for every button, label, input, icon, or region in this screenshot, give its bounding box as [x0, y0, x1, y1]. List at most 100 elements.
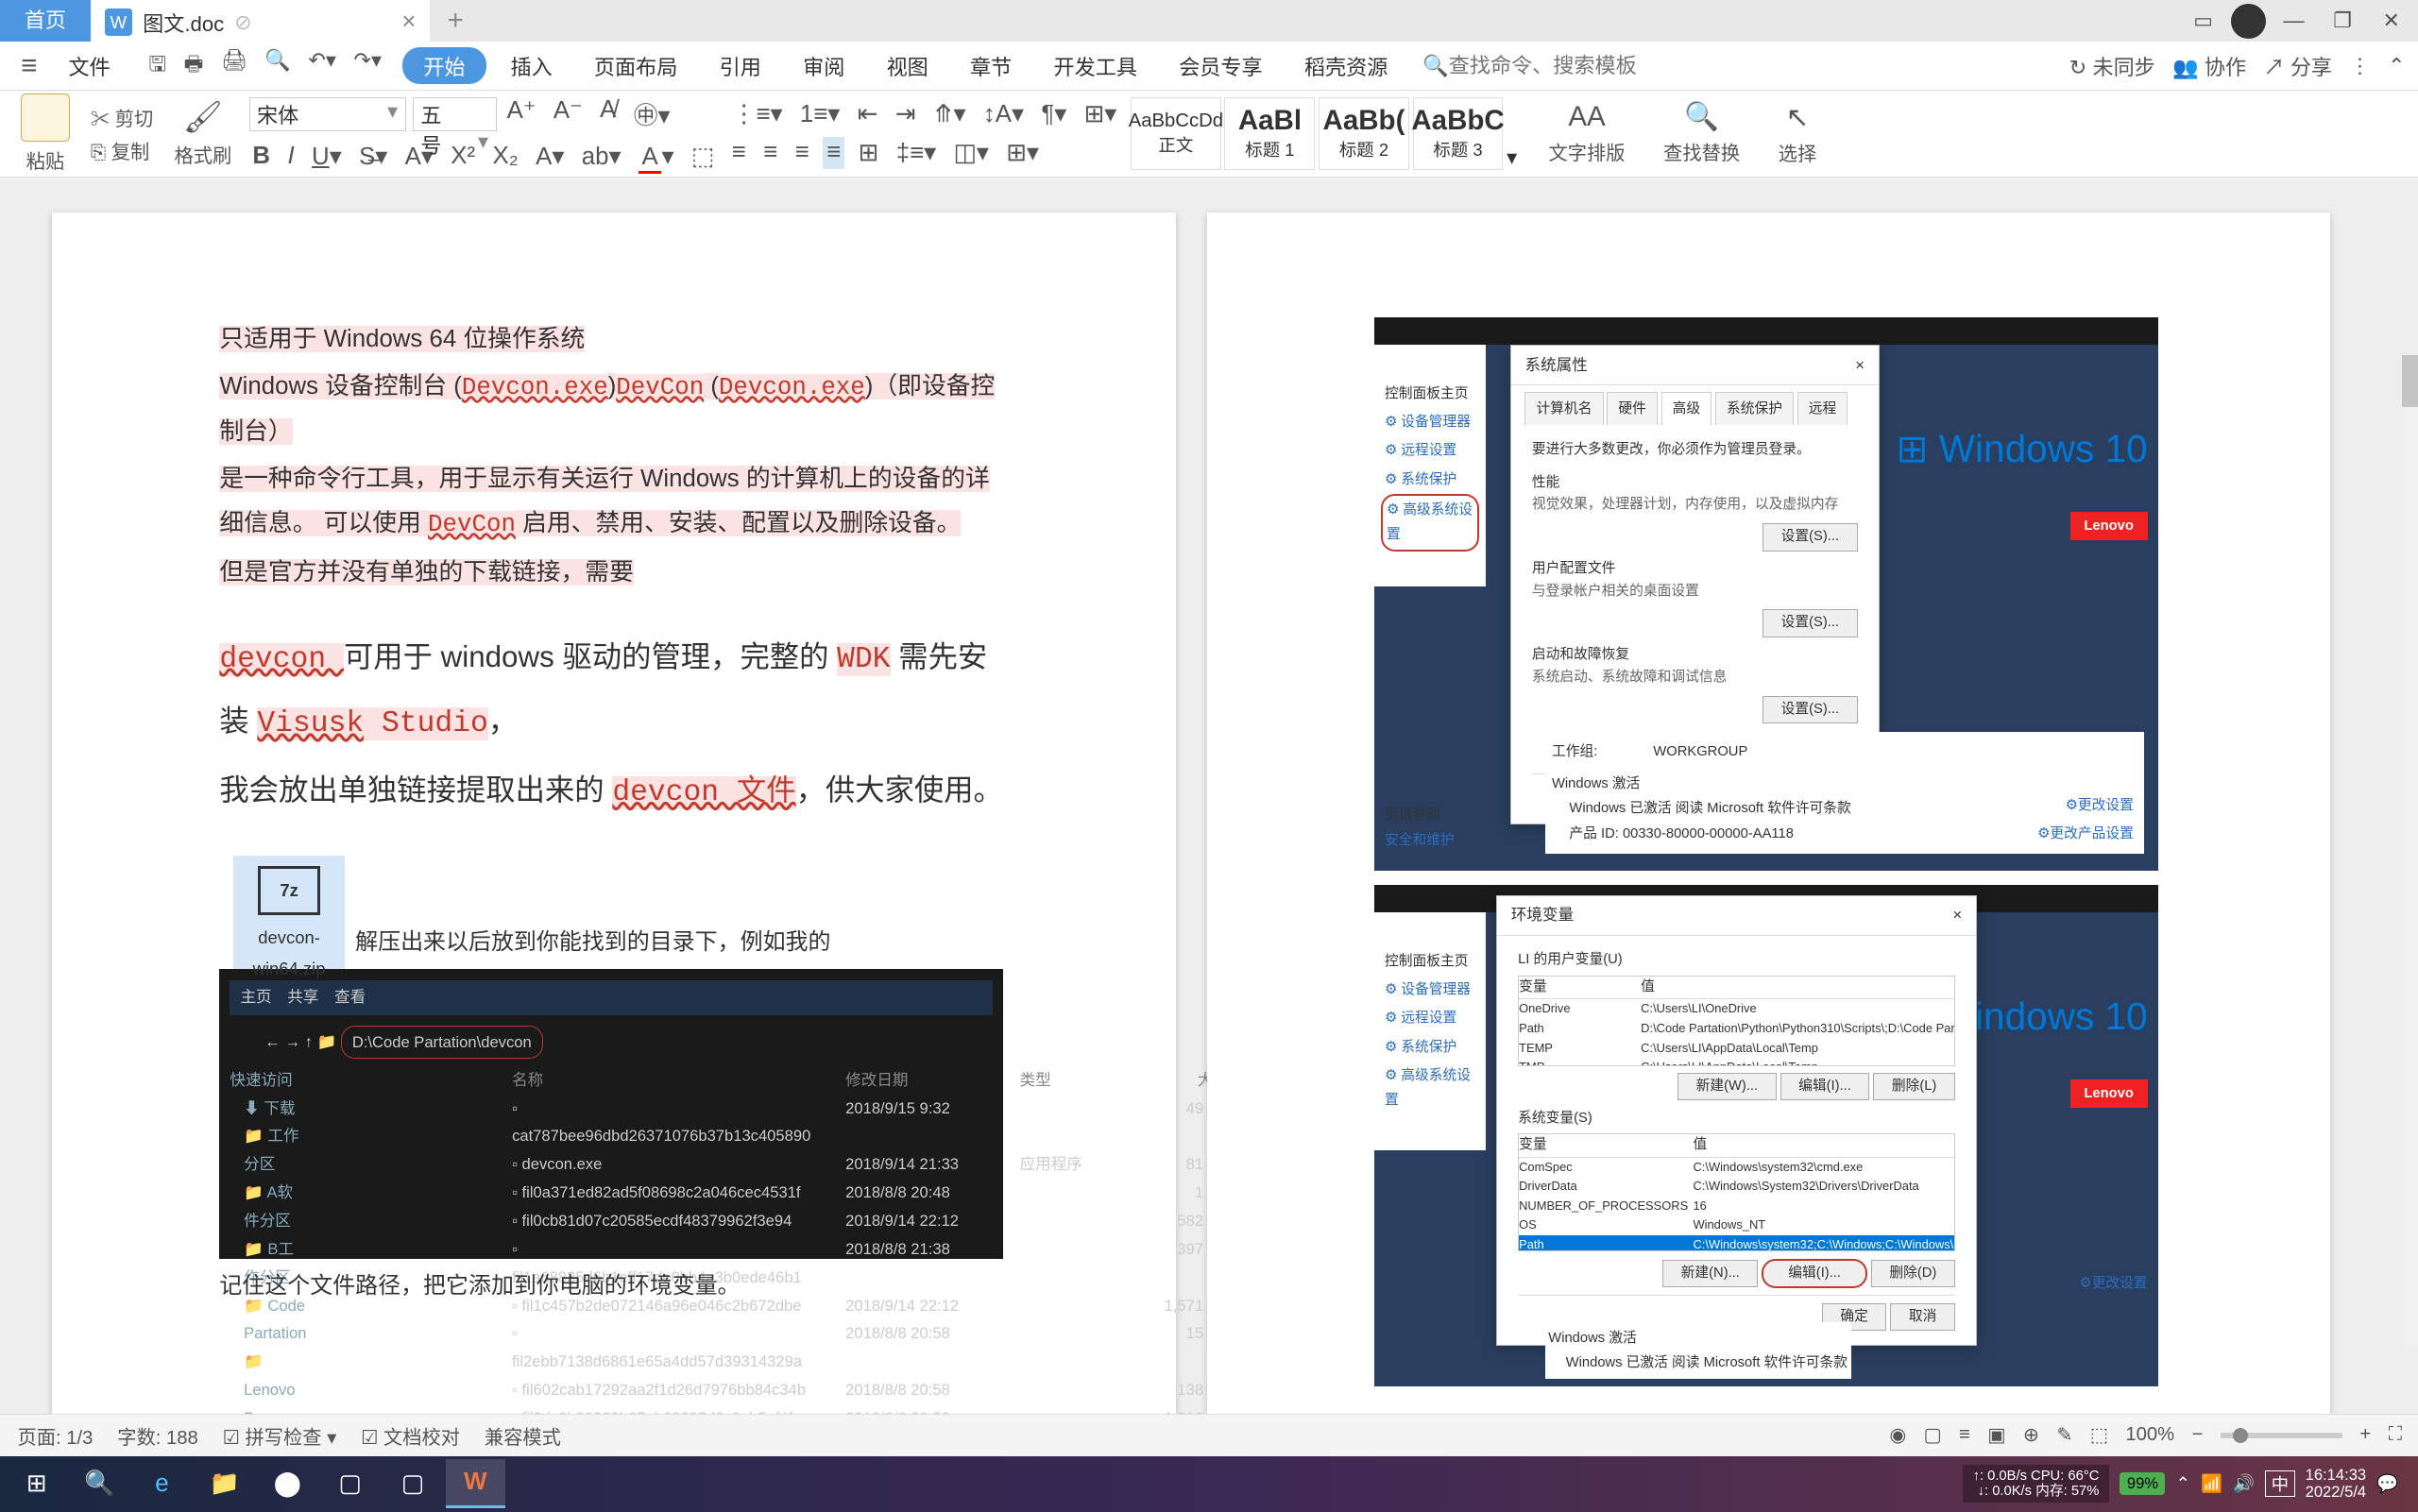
show-marks-icon[interactable]: ¶▾	[1038, 98, 1070, 130]
start-button[interactable]: ⊞	[7, 1459, 66, 1508]
hamburger-icon[interactable]: ≡	[14, 50, 44, 82]
font-name-select[interactable]: 宋体	[249, 97, 406, 132]
ime-indicator[interactable]: 中	[2265, 1470, 2295, 1497]
border-icon[interactable]: ⊞▾	[1003, 137, 1043, 169]
volume-icon[interactable]: 🔊	[2233, 1473, 2255, 1494]
distribute-icon[interactable]: ⊞	[855, 137, 882, 169]
bullet-list-icon[interactable]: ⋮≡▾	[728, 98, 786, 130]
zoom-level[interactable]: 100%	[2125, 1424, 2174, 1446]
subscript-button[interactable]: X₂	[489, 141, 522, 173]
share-button[interactable]: ↗ 分享	[2264, 51, 2332, 81]
view-page-icon[interactable]: ▢	[1923, 1423, 1941, 1447]
wifi-icon[interactable]: 📶	[2201, 1473, 2222, 1494]
zoom-out-icon[interactable]: −	[2192, 1424, 2204, 1446]
save-icon[interactable]: 🖫	[148, 48, 166, 84]
app-icon-2[interactable]: ▢	[383, 1459, 443, 1508]
style-h3[interactable]: AaBbC标题 3	[1413, 97, 1504, 170]
style-h1[interactable]: AaBl标题 1	[1224, 97, 1315, 170]
print-preview-icon[interactable]: 🖶	[184, 48, 204, 84]
skin-icon[interactable]: ▭	[2183, 0, 2224, 42]
shading-icon[interactable]: ◫▾	[950, 137, 993, 169]
tab-pin-icon[interactable]: ⊘	[234, 10, 252, 35]
menu-view[interactable]: 视图	[869, 51, 945, 81]
command-search[interactable]: 🔍	[1412, 54, 1668, 78]
copy-button[interactable]: ⎘ 复制	[91, 136, 153, 164]
view-edit-icon[interactable]: ✎	[2056, 1423, 2072, 1447]
decrease-font-icon[interactable]: A⁻	[550, 95, 586, 134]
maximize-icon[interactable]: ❐	[2322, 0, 2363, 42]
app-icon-1[interactable]: ▢	[320, 1459, 380, 1508]
redo-icon[interactable]: ↷▾	[353, 48, 382, 84]
decrease-indent-icon[interactable]: ⇤	[854, 98, 881, 130]
page-2[interactable]: 控制面板主页 ⚙ 设备管理器 ⚙ 远程设置 ⚙ 系统保护 ⚙ 高级系统设置 ⊞ …	[1207, 212, 2330, 1432]
increase-font-icon[interactable]: A⁺	[503, 95, 539, 134]
collapse-ribbon-icon[interactable]: ⌃	[2388, 54, 2406, 78]
tray-up-icon[interactable]: ⌃	[2175, 1473, 2189, 1494]
view-outline-icon[interactable]: ≡	[1959, 1424, 1970, 1446]
new-tab-button[interactable]: +	[430, 5, 481, 37]
avatar[interactable]	[2231, 4, 2266, 39]
align-right-icon[interactable]: ≡	[792, 137, 812, 169]
zoom-slider[interactable]	[2221, 1433, 2342, 1438]
page-1[interactable]: 只适用于 Windows 64 位操作系统 Windows 设备控制台 (Dev…	[52, 212, 1175, 1432]
page-indicator[interactable]: 页面: 1/3	[17, 1421, 93, 1450]
tab-home[interactable]: 首页	[0, 0, 91, 42]
text-direction-icon[interactable]: ↕A▾	[979, 98, 1027, 130]
text-effect-button[interactable]: A▾	[532, 141, 568, 173]
view-web-icon[interactable]: ⊕	[2023, 1423, 2039, 1447]
align-left-icon[interactable]: ≡	[728, 137, 749, 169]
view-focus-icon[interactable]: ◉	[1889, 1423, 1906, 1447]
zoom-in-icon[interactable]: +	[2359, 1424, 2371, 1446]
fit-width-icon[interactable]: ⬚	[2090, 1423, 2108, 1447]
obs-icon[interactable]: ⬤	[258, 1459, 317, 1508]
strike-button[interactable]: S̶▾	[355, 141, 391, 173]
style-h2[interactable]: AaBb(标题 2	[1319, 97, 1409, 170]
number-list-icon[interactable]: 1≡▾	[796, 98, 843, 130]
menu-insert[interactable]: 插入	[493, 51, 570, 81]
wps-task-icon[interactable]: W	[446, 1459, 505, 1508]
cut-button[interactable]: ✂ 剪切	[91, 103, 153, 131]
font-size-select[interactable]: 五号	[413, 97, 497, 132]
preview-icon[interactable]: 🔍	[264, 48, 291, 84]
notification-icon[interactable]: 💬	[2376, 1473, 2398, 1494]
text-layout-button[interactable]: AA文字排版	[1541, 101, 1632, 166]
tab-document[interactable]: W 图文.doc ⊘ ×	[91, 0, 430, 42]
system-stats[interactable]: ↑: 0.0B/s CPU: 66°C↓: 0.0K/s 内存: 57%	[1963, 1465, 2110, 1503]
menu-start[interactable]: 开始	[402, 47, 485, 84]
superscript-button[interactable]: X²	[448, 141, 479, 173]
battery-indicator[interactable]: 99%	[2120, 1472, 2165, 1495]
menu-review[interactable]: 审阅	[786, 51, 862, 81]
vertical-scrollbar[interactable]	[2402, 355, 2418, 1351]
sync-status[interactable]: ↻ 未同步	[2069, 51, 2155, 81]
align-justify-icon[interactable]: ≡	[823, 137, 843, 169]
bold-button[interactable]: B	[249, 141, 274, 173]
print-icon[interactable]: 🖨	[221, 48, 247, 84]
italic-button[interactable]: I	[284, 141, 298, 173]
increase-indent-icon[interactable]: ⇥	[892, 98, 919, 130]
style-normal[interactable]: AaBbCcDd正文	[1131, 97, 1221, 170]
proofread[interactable]: ☑ 文档校对	[361, 1421, 460, 1450]
menu-section[interactable]: 章节	[953, 51, 1030, 81]
close-icon[interactable]: ×	[401, 8, 416, 36]
menu-member[interactable]: 会员专享	[1162, 51, 1280, 81]
find-replace-button[interactable]: 🔍查找替换	[1657, 101, 1747, 166]
menu-file[interactable]: 文件	[51, 51, 128, 81]
clock[interactable]: 16:14:332022/5/4	[2306, 1467, 2367, 1502]
view-read-icon[interactable]: ▣	[1987, 1423, 2005, 1447]
explorer-task-icon[interactable]: 📁	[196, 1459, 255, 1508]
clear-format-icon[interactable]: A̸	[596, 95, 620, 134]
menu-docer[interactable]: 稻壳资源	[1286, 51, 1405, 81]
menu-layout[interactable]: 页面布局	[577, 51, 695, 81]
highlight-button[interactable]: ab▾	[578, 141, 624, 173]
underline-button[interactable]: U▾	[308, 141, 345, 173]
align-center-icon[interactable]: ≡	[759, 137, 780, 169]
font-color-button[interactable]: A▾	[635, 141, 677, 173]
word-count[interactable]: 字数: 188	[117, 1421, 198, 1450]
more-icon[interactable]: ⋮	[2349, 54, 2370, 78]
line-style-icon[interactable]: ⊞▾	[1081, 98, 1120, 130]
format-brush[interactable]: 🖌 格式刷	[167, 99, 239, 168]
minimize-icon[interactable]: —	[2273, 0, 2314, 42]
style-more-icon[interactable]: ▾	[1507, 145, 1517, 170]
edge-icon[interactable]: e	[132, 1459, 192, 1508]
sort-icon[interactable]: ⤊▾	[929, 98, 969, 130]
